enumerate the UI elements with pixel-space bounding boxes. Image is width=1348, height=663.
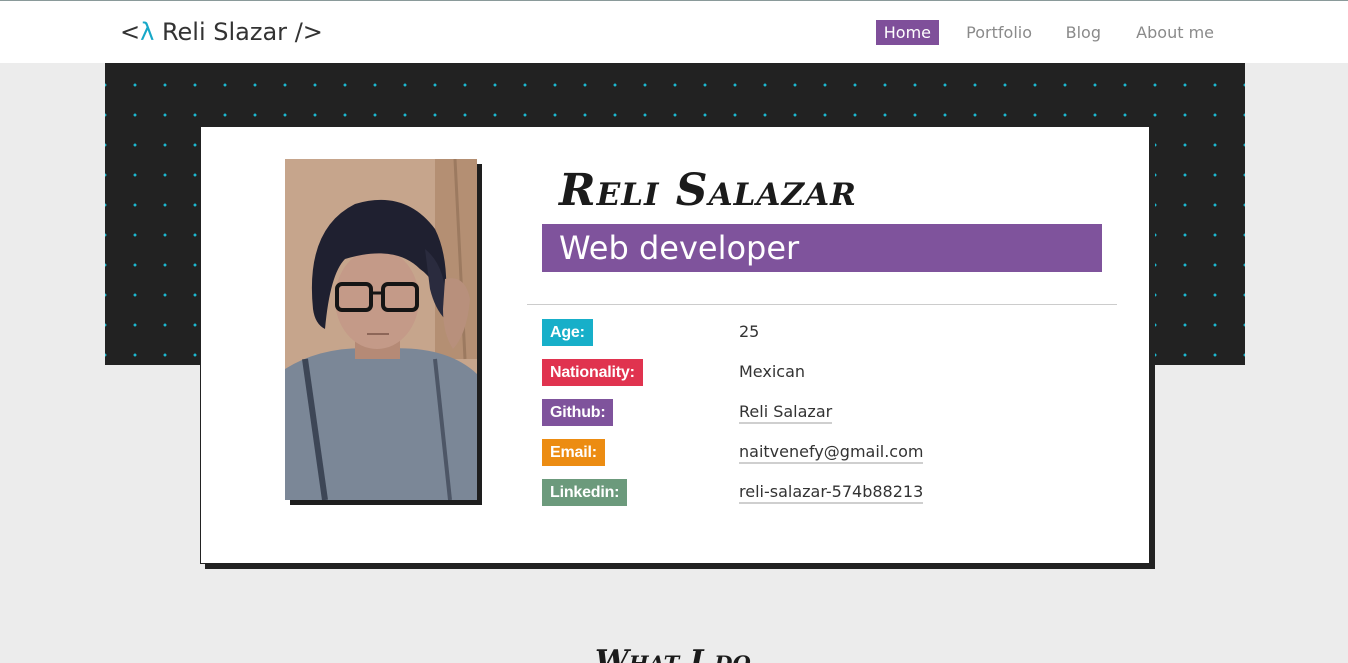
info-label-email: Email: <box>542 439 605 466</box>
brand-name: Reli Slazar <box>154 18 295 46</box>
nav-about-me[interactable]: About me <box>1128 20 1222 45</box>
brand-logo[interactable]: <λ Reli Slazar /> <box>120 17 323 47</box>
nav-blog[interactable]: Blog <box>1058 20 1109 45</box>
profile-card: Reli Salazar Web developer Age: 25 Natio… <box>200 126 1150 564</box>
profile-title: Web developer <box>559 229 800 267</box>
profile-photo-illustration <box>285 159 477 500</box>
info-row-nationality: Nationality: Mexican <box>542 359 1102 387</box>
nav-home[interactable]: Home <box>875 20 939 45</box>
linkedin-link[interactable]: reli-salazar-574b88213 <box>739 482 924 504</box>
divider <box>527 304 1117 305</box>
info-row-github: Github: Reli Salazar <box>542 399 1102 427</box>
info-label-age: Age: <box>542 319 593 346</box>
info-row-age: Age: 25 <box>542 319 1102 347</box>
info-value-nationality: Mexican <box>739 362 806 381</box>
info-label-nationality: Nationality: <box>542 359 643 386</box>
info-label-linkedin: Linkedin: <box>542 479 628 506</box>
profile-name: Reli Salazar <box>559 165 857 216</box>
github-link[interactable]: Reli Salazar <box>739 402 833 424</box>
info-value-age: 25 <box>739 322 760 341</box>
lambda-icon: λ <box>140 18 155 46</box>
section-heading-what-i-do: What I do <box>595 644 751 663</box>
navbar: <λ Reli Slazar /> Home Portfolio Blog Ab… <box>0 0 1348 63</box>
email-link[interactable]: naitvenefy@gmail.com <box>739 442 924 464</box>
info-row-linkedin: Linkedin: reli-salazar-574b88213 <box>542 479 1102 507</box>
info-row-email: Email: naitvenefy@gmail.com <box>542 439 1102 467</box>
info-label-github: Github: <box>542 399 614 426</box>
profile-photo <box>285 159 477 500</box>
brand-suffix: /> <box>294 18 323 46</box>
brand-prefix: < <box>120 18 141 46</box>
nav-portfolio[interactable]: Portfolio <box>958 20 1040 45</box>
profile-title-bar: Web developer <box>542 224 1102 272</box>
